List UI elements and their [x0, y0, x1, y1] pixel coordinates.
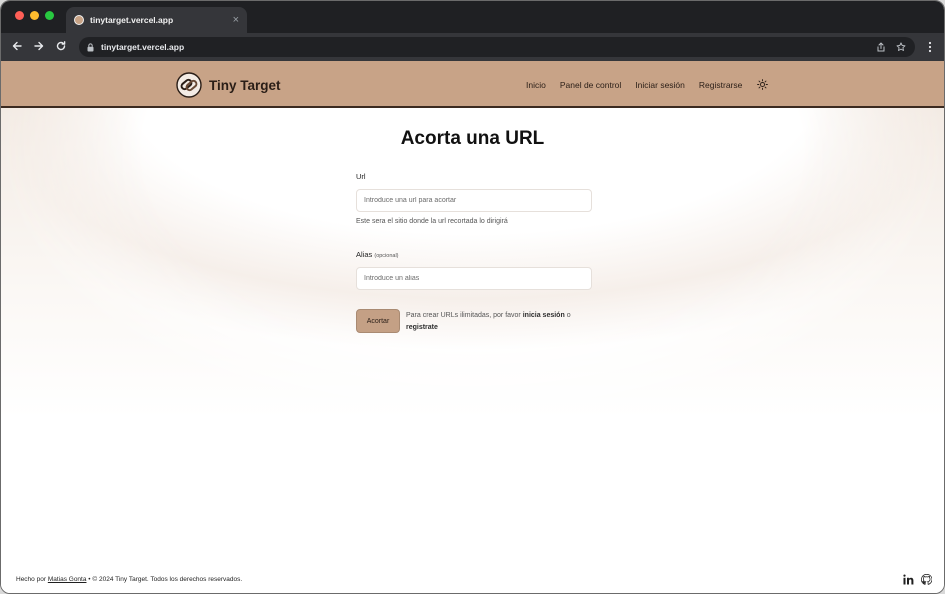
signup-note-or: o: [566, 312, 571, 319]
browser-toolbar: tinytarget.vercel.app: [1, 33, 944, 61]
nav-link-inicio[interactable]: Inicio: [526, 80, 546, 90]
reload-icon: [56, 41, 66, 51]
linkedin-icon[interactable]: [902, 573, 914, 585]
browser-tab[interactable]: tinytarget.vercel.app ×: [66, 7, 247, 33]
nav-link-iniciar-sesion[interactable]: Iniciar sesión: [635, 80, 685, 90]
signup-note: Para crear URLs ilimitadas, por favor in…: [406, 310, 596, 334]
alias-optional-hint: (opcional): [374, 253, 399, 259]
shorten-button[interactable]: Acortar: [356, 309, 400, 333]
page-title: Acorta una URL: [400, 128, 545, 149]
alias-input[interactable]: [356, 267, 592, 290]
tab-title: tinytarget.vercel.app: [90, 15, 174, 25]
footer-social-links: [896, 573, 932, 585]
lock-icon[interactable]: [87, 42, 95, 52]
maximize-window-button[interactable]: [45, 11, 54, 20]
tab-strip: tinytarget.vercel.app ×: [1, 1, 944, 33]
main-nav: Inicio Panel de control Iniciar sesión R…: [526, 61, 768, 108]
address-bar[interactable]: tinytarget.vercel.app: [79, 37, 915, 57]
alias-label-text: Alias: [356, 250, 373, 259]
arrow-right-icon: [34, 41, 44, 51]
login-link[interactable]: inicia sesión: [523, 312, 565, 319]
footer-text: Hecho por Matias Gonta • © 2024 Tiny Tar…: [16, 576, 242, 583]
chain-link-icon: [176, 72, 202, 98]
url-label: Url: [356, 172, 366, 181]
reload-button[interactable]: [53, 38, 69, 54]
url-input[interactable]: [356, 189, 592, 212]
favicon-icon: [74, 15, 84, 25]
back-button[interactable]: [9, 38, 25, 54]
brand-name: Tiny Target: [209, 77, 281, 93]
tab-close-icon[interactable]: ×: [233, 14, 239, 26]
github-icon[interactable]: [920, 573, 932, 585]
sun-icon[interactable]: [756, 79, 768, 91]
address-text[interactable]: tinytarget.vercel.app: [101, 42, 867, 52]
minimize-window-button[interactable]: [30, 11, 39, 20]
nav-link-panel-de-control[interactable]: Panel de control: [560, 80, 621, 90]
nav-link-registrarse[interactable]: Registrarse: [699, 80, 742, 90]
brand-logo[interactable]: Tiny Target: [176, 72, 281, 98]
footer-made-by: Hecho por: [16, 576, 46, 583]
share-icon[interactable]: [875, 41, 887, 53]
register-link[interactable]: registrate: [406, 324, 438, 331]
author-link[interactable]: Matias Gonta: [48, 576, 87, 583]
browser-window: tinytarget.vercel.app × tinytarget.verce…: [0, 0, 945, 594]
site-header: Tiny Target Inicio Panel de control Inic…: [1, 61, 944, 108]
page-content: Tiny Target Inicio Panel de control Inic…: [1, 61, 944, 593]
close-window-button[interactable]: [15, 11, 24, 20]
footer-copyright: • © 2024 Tiny Target. Todos los derechos…: [88, 576, 243, 583]
browser-menu-icon[interactable]: [926, 40, 934, 54]
signup-note-text: Para crear URLs ilimitadas, por favor: [406, 312, 521, 319]
url-help-text: Este sera el sitio donde la url recortad…: [356, 218, 508, 225]
arrow-left-icon: [12, 41, 22, 51]
forward-button[interactable]: [31, 38, 47, 54]
alias-label: Alias (opcional): [356, 250, 399, 259]
bookmark-star-icon[interactable]: [895, 41, 907, 53]
